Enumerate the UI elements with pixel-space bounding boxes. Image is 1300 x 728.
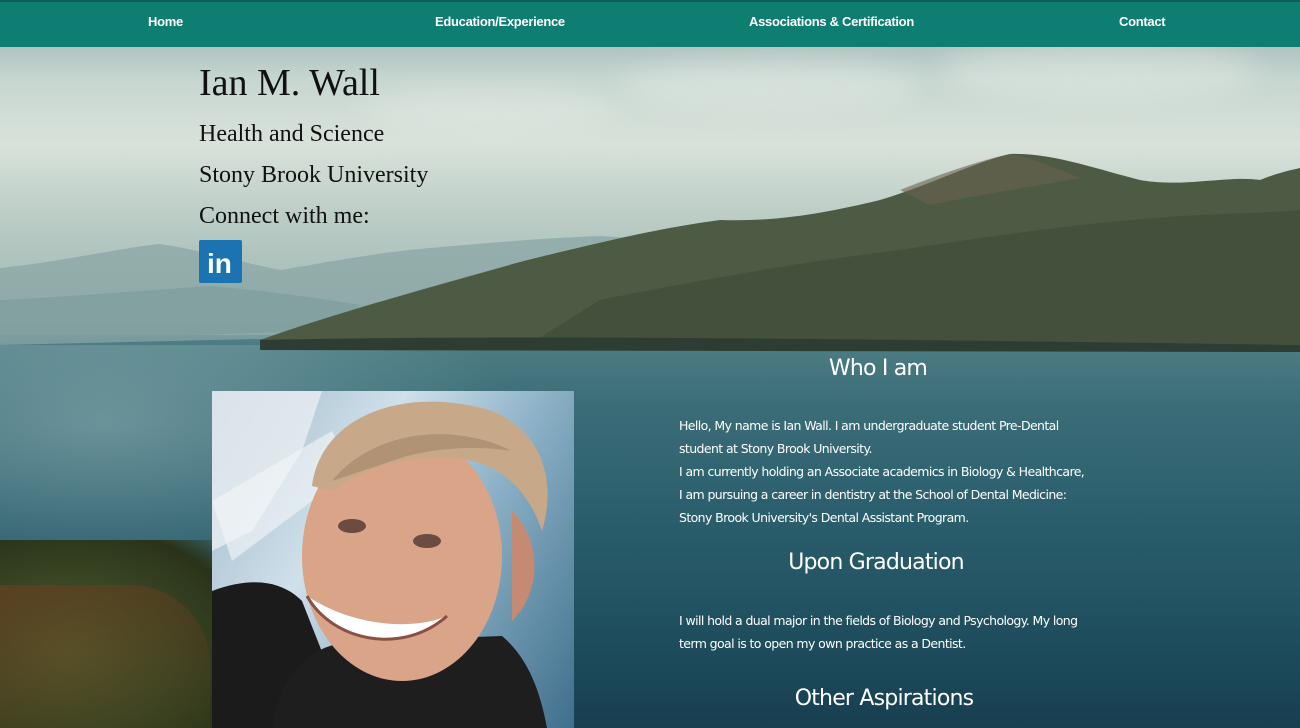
- background-landscape: [0, 0, 1300, 728]
- who-i-am-text: Hello, My name is Ian Wall. I am undergr…: [679, 414, 1089, 529]
- linkedin-icon[interactable]: in: [199, 240, 242, 283]
- upon-graduation-text: I will hold a dual major in the fields o…: [679, 613, 1078, 651]
- top-nav: Home Education/Experience Associations &…: [0, 0, 1300, 47]
- shoreline-hill: [0, 585, 210, 728]
- nav-home[interactable]: Home: [148, 14, 183, 29]
- hero-header: Ian M. Wall Health and Science Stony Bro…: [199, 60, 428, 228]
- who-i-am-paragraph-2: I am currently holding an Associate acad…: [679, 464, 1085, 525]
- who-i-am-heading: Who I am: [828, 356, 928, 381]
- nav-education-experience[interactable]: Education/Experience: [435, 14, 565, 29]
- mountain-range: [0, 153, 1300, 352]
- profile-photo: [212, 391, 574, 728]
- nav-associations-certification[interactable]: Associations & Certification: [749, 14, 914, 29]
- university-name: Stony Brook University: [199, 162, 429, 188]
- other-aspirations-heading: Other Aspirations: [794, 686, 974, 711]
- nav-contact[interactable]: Contact: [1119, 14, 1166, 29]
- linkedin-icon-text: in: [207, 248, 232, 279]
- field-of-study: Health and Science: [199, 121, 385, 147]
- who-i-am-paragraph-1: Hello, My name is Ian Wall. I am undergr…: [679, 418, 1059, 456]
- upon-graduation-heading: Upon Graduation: [788, 550, 964, 575]
- connect-label: Connect with me:: [199, 203, 370, 229]
- page-title: Ian M. Wall: [199, 62, 380, 104]
